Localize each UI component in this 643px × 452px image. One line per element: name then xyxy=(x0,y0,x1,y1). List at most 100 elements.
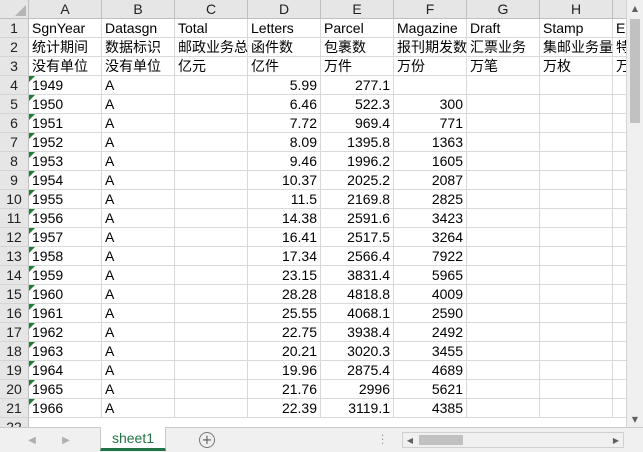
cell-a9[interactable]: 1954 xyxy=(29,171,102,190)
cell-i3[interactable]: 万 xyxy=(613,57,626,76)
row-header-15[interactable]: 15 xyxy=(0,285,29,304)
cell-a12[interactable]: 1957 xyxy=(29,228,102,247)
row-header-2[interactable]: 2 xyxy=(0,38,29,57)
cell-g6[interactable] xyxy=(467,114,540,133)
cell-a20[interactable]: 1965 xyxy=(29,380,102,399)
cell-e5[interactable]: 522.3 xyxy=(321,95,394,114)
cell-g9[interactable] xyxy=(467,171,540,190)
cell-a13[interactable]: 1958 xyxy=(29,247,102,266)
cell-g2[interactable]: 汇票业务 xyxy=(467,38,540,57)
cell-d15[interactable]: 28.28 xyxy=(248,285,321,304)
cell-i2[interactable]: 特 xyxy=(613,38,626,57)
next-sheet-icon[interactable]: ▶ xyxy=(58,432,74,448)
cell-c10[interactable] xyxy=(175,190,248,209)
cell-h2[interactable]: 集邮业务量 xyxy=(540,38,613,57)
cell-c15[interactable] xyxy=(175,285,248,304)
cell-a4[interactable]: 1949 xyxy=(29,76,102,95)
cell-c1[interactable]: Total xyxy=(175,19,248,38)
cell-h19[interactable] xyxy=(540,361,613,380)
cell-i17[interactable] xyxy=(613,323,626,342)
cell-e9[interactable]: 2025.2 xyxy=(321,171,394,190)
cell-a1[interactable]: SgnYear xyxy=(29,19,102,38)
vertical-scrollbar[interactable]: ▲ ▼ xyxy=(626,0,643,427)
row-header-17[interactable]: 17 xyxy=(0,323,29,342)
cell-d14[interactable]: 23.15 xyxy=(248,266,321,285)
cell-h10[interactable] xyxy=(540,190,613,209)
cell-g10[interactable] xyxy=(467,190,540,209)
cell-d2[interactable]: 函件数 xyxy=(248,38,321,57)
cell-e20[interactable]: 2996 xyxy=(321,380,394,399)
cell-b21[interactable]: A xyxy=(102,399,175,418)
cell-g17[interactable] xyxy=(467,323,540,342)
cell-g15[interactable] xyxy=(467,285,540,304)
cell-c7[interactable] xyxy=(175,133,248,152)
cell-i4[interactable] xyxy=(613,76,626,95)
row-header-8[interactable]: 8 xyxy=(0,152,29,171)
cell-f3[interactable]: 万份 xyxy=(394,57,467,76)
cell-i12[interactable] xyxy=(613,228,626,247)
cell-e13[interactable]: 2566.4 xyxy=(321,247,394,266)
cell-f4[interactable] xyxy=(394,76,467,95)
cell-h6[interactable] xyxy=(540,114,613,133)
cell-h3[interactable]: 万枚 xyxy=(540,57,613,76)
cell-g12[interactable] xyxy=(467,228,540,247)
cell-h11[interactable] xyxy=(540,209,613,228)
cell-i21[interactable] xyxy=(613,399,626,418)
row-header-20[interactable]: 20 xyxy=(0,380,29,399)
cell-i20[interactable] xyxy=(613,380,626,399)
cell-a8[interactable]: 1953 xyxy=(29,152,102,171)
cell-h13[interactable] xyxy=(540,247,613,266)
cell-g18[interactable] xyxy=(467,342,540,361)
cell-f10[interactable]: 2825 xyxy=(394,190,467,209)
cell-f21[interactable]: 4385 xyxy=(394,399,467,418)
cell-e21[interactable]: 3119.1 xyxy=(321,399,394,418)
cell-h9[interactable] xyxy=(540,171,613,190)
cell-h15[interactable] xyxy=(540,285,613,304)
cell-a6[interactable]: 1951 xyxy=(29,114,102,133)
scroll-down-icon[interactable]: ▼ xyxy=(627,411,643,427)
cell-a15[interactable]: 1960 xyxy=(29,285,102,304)
cell-h21[interactable] xyxy=(540,399,613,418)
column-header-h[interactable]: H xyxy=(540,0,613,19)
cell-g14[interactable] xyxy=(467,266,540,285)
cell-i10[interactable] xyxy=(613,190,626,209)
cell-h5[interactable] xyxy=(540,95,613,114)
row-header-10[interactable]: 10 xyxy=(0,190,29,209)
cell-g13[interactable] xyxy=(467,247,540,266)
cell-c20[interactable] xyxy=(175,380,248,399)
cell-h7[interactable] xyxy=(540,133,613,152)
cell-e2[interactable]: 包裹数 xyxy=(321,38,394,57)
row-header-19[interactable]: 19 xyxy=(0,361,29,380)
cell-e15[interactable]: 4818.8 xyxy=(321,285,394,304)
cell-a10[interactable]: 1955 xyxy=(29,190,102,209)
cell-b12[interactable]: A xyxy=(102,228,175,247)
cell-b7[interactable]: A xyxy=(102,133,175,152)
cell-b13[interactable]: A xyxy=(102,247,175,266)
cell-h20[interactable] xyxy=(540,380,613,399)
cell-h4[interactable] xyxy=(540,76,613,95)
cell-b1[interactable]: Datasgn xyxy=(102,19,175,38)
cell-g3[interactable]: 万笔 xyxy=(467,57,540,76)
cell-d9[interactable]: 10.37 xyxy=(248,171,321,190)
cell-f20[interactable]: 5621 xyxy=(394,380,467,399)
cell-c11[interactable] xyxy=(175,209,248,228)
cell-i9[interactable] xyxy=(613,171,626,190)
cell-i16[interactable] xyxy=(613,304,626,323)
cell-e4[interactable]: 277.1 xyxy=(321,76,394,95)
cell-d18[interactable]: 20.21 xyxy=(248,342,321,361)
column-header-g[interactable]: G xyxy=(467,0,540,19)
cell-c6[interactable] xyxy=(175,114,248,133)
cell-b5[interactable]: A xyxy=(102,95,175,114)
column-header-d[interactable]: D xyxy=(248,0,321,19)
cell-g16[interactable] xyxy=(467,304,540,323)
row-header-16[interactable]: 16 xyxy=(0,304,29,323)
row-header-13[interactable]: 13 xyxy=(0,247,29,266)
cell-d13[interactable]: 17.34 xyxy=(248,247,321,266)
cell-d8[interactable]: 9.46 xyxy=(248,152,321,171)
cell-f18[interactable]: 3455 xyxy=(394,342,467,361)
prev-sheet-icon[interactable]: ◀ xyxy=(24,432,40,448)
cell-a11[interactable]: 1956 xyxy=(29,209,102,228)
cell-e17[interactable]: 3938.4 xyxy=(321,323,394,342)
cell-d16[interactable]: 25.55 xyxy=(248,304,321,323)
cell-i8[interactable] xyxy=(613,152,626,171)
